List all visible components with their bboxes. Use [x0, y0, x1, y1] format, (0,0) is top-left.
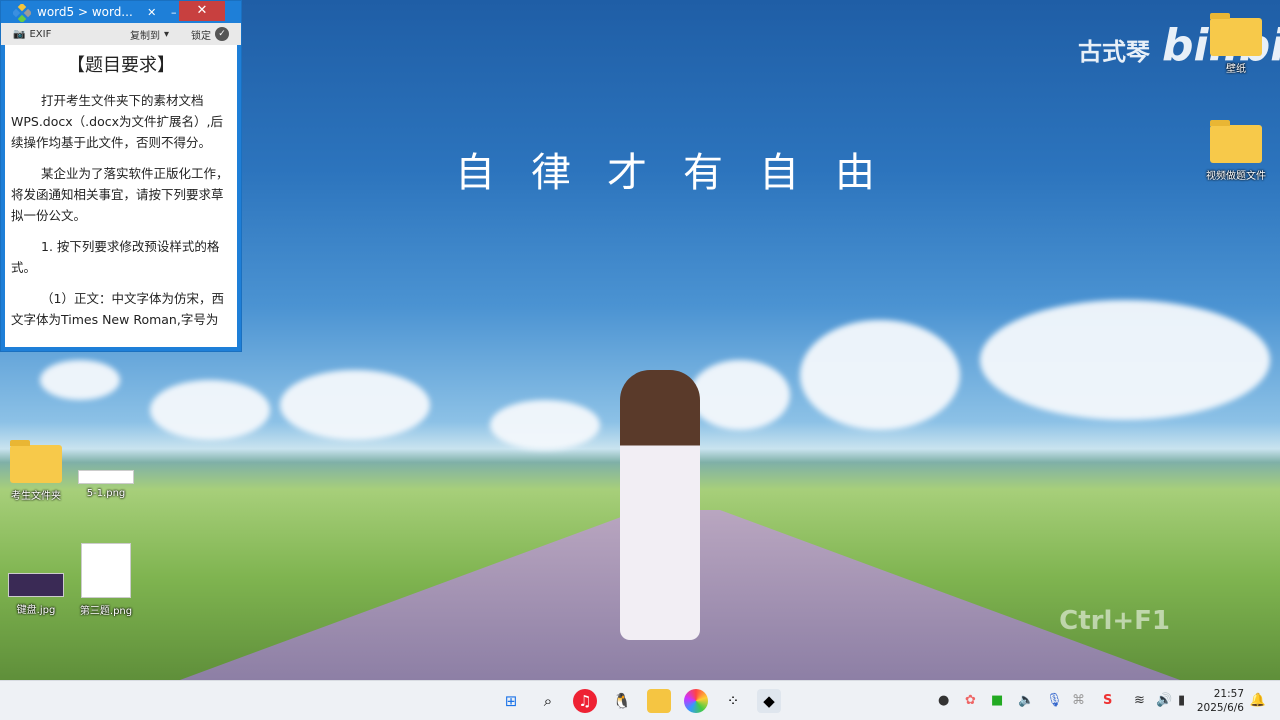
- icon-label: 壁纸: [1226, 64, 1246, 75]
- desktop-icon-q3-png[interactable]: 第三题.png: [70, 543, 142, 617]
- folder-icon: [1210, 120, 1262, 163]
- image-thumbnail-icon: [78, 470, 134, 484]
- wifi-icon[interactable]: ≋: [1134, 693, 1145, 708]
- weather-icon[interactable]: ●: [938, 693, 949, 708]
- netease-music-icon[interactable]: ♫: [573, 689, 597, 713]
- copy-to-button[interactable]: 复制到: [130, 27, 160, 42]
- sogou-icon[interactable]: S: [1103, 693, 1112, 708]
- image-thumbnail-icon: [8, 573, 64, 597]
- document-image: 【题目要求】 打开考生文件夹下的素材文档WPS.docx（.docx为文件扩展名…: [5, 45, 237, 347]
- desktop-icon-5-1-png[interactable]: 5-1.png: [70, 470, 142, 499]
- app-icon[interactable]: ⁘: [721, 689, 745, 713]
- brand-text: 古式琴: [1078, 38, 1150, 66]
- close-button[interactable]: ✕: [179, 1, 225, 21]
- nvidia-icon[interactable]: ■: [991, 693, 1003, 708]
- desktop-icon-exam-folder[interactable]: 考生文件夹: [0, 440, 72, 502]
- doc-paragraph: 某企业为了落实软件正版化工作，将发函通知相关事宜，请按下列要求草拟一份公文。: [11, 166, 229, 223]
- microphone-icon[interactable]: 🎙: [1046, 693, 1063, 708]
- speaker-icon[interactable]: 🔈: [1018, 693, 1034, 708]
- window-title: word5 > word...: [37, 5, 133, 19]
- image-viewer-window: word5 > word... ✕ – ▭ ✕ 📷 EXIF 复制到 ▾ 锁定 ✓…: [0, 0, 242, 352]
- icon-label: 考生文件夹: [11, 491, 61, 502]
- desktop-icon-keyboard-jpg[interactable]: 键盘.jpg: [0, 573, 72, 616]
- cloud: [490, 400, 600, 450]
- title-bar[interactable]: word5 > word... ✕ – ▭ ✕: [1, 1, 241, 23]
- pin-icon[interactable]: ✕: [141, 6, 163, 19]
- doc-heading: 【题目要求】: [67, 55, 175, 76]
- input-icon[interactable]: ⌘: [1072, 693, 1085, 708]
- cloud: [150, 380, 270, 440]
- folder-icon: [1210, 13, 1262, 56]
- wallpaper-slogan: 自律才有自由: [455, 150, 911, 196]
- taskbar: ⊞ ⌕ ♫ 🐧 ⁘ ◆ ● ✿ ■ 🔈 🎙 ⌘ S ≋ 🔊 ▮ 21:57 202…: [0, 680, 1280, 720]
- check-circle-icon[interactable]: ✓: [215, 27, 229, 41]
- icon-label: 键盘.jpg: [16, 605, 56, 616]
- clock[interactable]: 21:57 2025/6/6: [1197, 687, 1244, 715]
- doc-paragraph: 打开考生文件夹下的素材文档WPS.docx（.docx为文件扩展名）,后续操作均…: [11, 93, 223, 150]
- exif-button[interactable]: EXIF: [29, 29, 51, 40]
- camera-icon: 📷: [13, 28, 26, 40]
- app-tray-icon[interactable]: ✿: [965, 693, 976, 708]
- cloud: [40, 360, 120, 400]
- chevron-down-icon[interactable]: ▾: [164, 29, 169, 40]
- time: 21:57: [1213, 688, 1244, 700]
- file-explorer-icon[interactable]: [647, 689, 671, 713]
- doc-paragraph: （1）正文：中文字体为仿宋，西文字体为Times New Roman,字号为: [11, 291, 224, 327]
- image-viewer-taskbar-icon[interactable]: ◆: [757, 689, 781, 713]
- girl-figure: [620, 370, 700, 640]
- notification-icon[interactable]: 🔔: [1250, 693, 1266, 708]
- folder-icon: [10, 440, 62, 483]
- battery-icon[interactable]: ▮: [1178, 693, 1185, 708]
- desktop-icon-video-folder[interactable]: 视频做题文件: [1200, 120, 1272, 182]
- watermark: Ctrl+F1: [1059, 606, 1170, 636]
- toolbar: 📷 EXIF 复制到 ▾ 锁定 ✓: [1, 23, 241, 45]
- start-icon[interactable]: ⊞: [499, 689, 523, 713]
- lock-button[interactable]: 锁定: [191, 27, 211, 42]
- search-icon[interactable]: ⌕: [536, 689, 560, 713]
- icon-label: 5-1.png: [86, 488, 126, 499]
- app-logo-icon: [13, 4, 31, 22]
- color-app-icon[interactable]: [684, 689, 708, 713]
- cloud: [280, 370, 430, 440]
- desktop-icon-wallpaper[interactable]: 壁纸: [1200, 13, 1272, 75]
- doc-paragraph: 1. 按下列要求修改预设样式的格式。: [11, 239, 220, 275]
- volume-icon[interactable]: 🔊: [1156, 693, 1172, 708]
- image-thumbnail-icon: [81, 543, 131, 598]
- cloud: [980, 300, 1270, 420]
- date: 2025/6/6: [1196, 702, 1244, 714]
- cloud: [800, 320, 960, 430]
- icon-label: 第三题.png: [79, 606, 133, 617]
- cloud: [690, 360, 790, 430]
- qq-icon[interactable]: 🐧: [610, 689, 634, 713]
- icon-label: 视频做题文件: [1206, 171, 1266, 182]
